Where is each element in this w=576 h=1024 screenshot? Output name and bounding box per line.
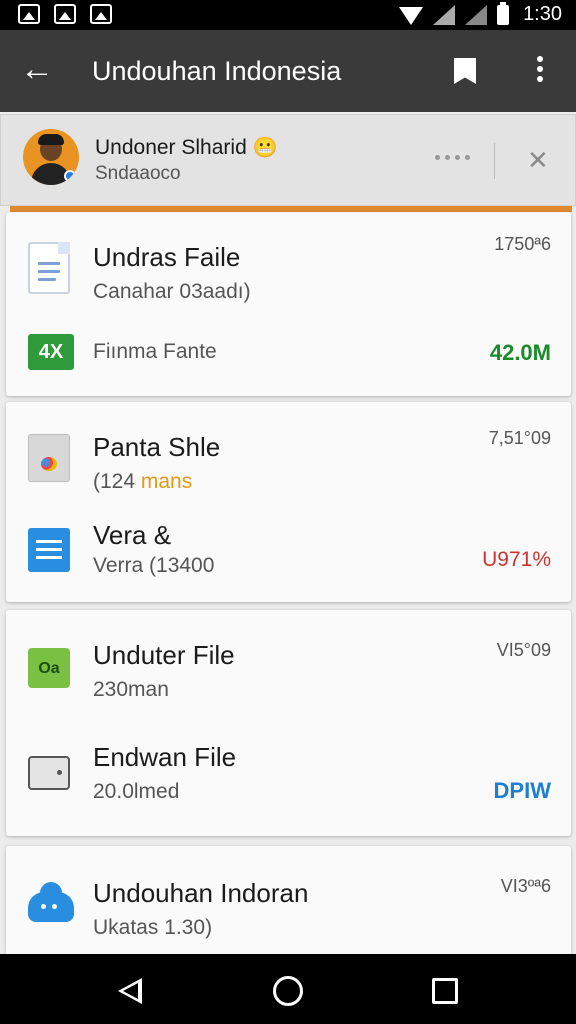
file-title: Endwan File	[93, 742, 237, 772]
file-title: Vera &	[93, 520, 172, 550]
file-title: Unduter File	[93, 640, 235, 670]
user-name: Undoner Slharid 😬	[95, 135, 278, 160]
excel-icon: 4X	[28, 334, 74, 370]
file-subtitle: Canahar 03aadı)	[93, 280, 251, 303]
file-card: Oa Unduter File 230man VI5°09 Endwan Fil…	[6, 610, 571, 836]
file-subtitle: Ukatas 1.30)	[93, 916, 213, 939]
file-subtitle: Fiınma Fante	[93, 340, 217, 363]
green-folder-icon: Oa	[28, 648, 70, 688]
list-item[interactable]: 4X Fiınma Fante 42.0M	[6, 322, 571, 396]
list-item[interactable]: Undras Faile Canahar 03aadı) 1750ª6	[6, 212, 571, 322]
file-subtitle: Verra (13400	[93, 554, 215, 577]
system-icons: 1:30	[399, 1, 562, 26]
wifi-icon	[399, 6, 424, 25]
avatar[interactable]	[23, 129, 79, 185]
signal-icon	[465, 4, 488, 25]
image-file-icon	[28, 434, 70, 482]
drive-icon	[28, 756, 70, 790]
battery-icon	[497, 1, 510, 25]
more-horizontal-icon[interactable]	[435, 155, 470, 160]
file-meta: VI3ºª6	[500, 876, 551, 896]
file-subtitle-highlight: mans	[140, 470, 193, 493]
emoji-icon: 😬	[252, 137, 278, 159]
status-bar: 1:30	[0, 0, 576, 30]
list-item[interactable]: Vera & Verra (13400 U971%	[6, 502, 571, 602]
divider	[494, 143, 495, 179]
page-title: Undouhan Indonesia	[92, 56, 342, 86]
file-meta: U971%	[482, 548, 551, 571]
navigation-bar	[0, 954, 576, 1024]
file-meta: 7,51°09	[488, 428, 551, 448]
photo-icon	[90, 4, 112, 24]
file-title: Panta Shle	[93, 432, 221, 462]
gallery-icon	[54, 4, 76, 24]
arrow-left-icon[interactable]: ←	[20, 52, 56, 88]
file-meta: 42.0M	[489, 340, 551, 365]
more-vertical-icon[interactable]	[532, 56, 548, 88]
bookmark-icon[interactable]	[454, 58, 476, 84]
online-status-icon	[64, 170, 76, 182]
file-subtitle: 230man	[93, 678, 169, 701]
file-meta: DPIW	[493, 778, 551, 803]
list-item[interactable]: Undouhan Indoran Ukatas 1.30) VI3ºª6	[6, 846, 571, 954]
document-icon	[28, 242, 70, 294]
list-item[interactable]: Panta Shle (124 mans 7,51°09	[6, 402, 571, 502]
file-title: Undras Faile	[93, 242, 241, 272]
nav-recents-icon[interactable]	[432, 978, 458, 1004]
file-subtitle: (124 mans	[93, 470, 192, 494]
user-subtitle: Sndaaoco	[95, 163, 181, 184]
image-icon	[18, 4, 40, 24]
file-subtitle: 20.0lmed	[93, 780, 180, 803]
close-icon[interactable]: ✕	[527, 147, 549, 173]
file-meta: 1750ª6	[494, 234, 551, 254]
nav-back-icon[interactable]	[118, 978, 142, 1004]
user-header[interactable]: Undoner Slharid 😬 Sndaaoco ✕	[0, 114, 576, 206]
app-bar: ← Undouhan Indonesia	[0, 30, 576, 112]
cloud-icon	[28, 882, 74, 922]
file-card: Undras Faile Canahar 03aadı) 1750ª6 4X F…	[6, 212, 571, 396]
notification-icons	[18, 4, 112, 24]
clock: 1:30	[523, 3, 562, 25]
list-item[interactable]: Oa Unduter File 230man VI5°09	[6, 610, 571, 722]
blue-document-icon	[28, 528, 70, 572]
file-title: Undouhan Indoran	[93, 878, 309, 908]
nav-home-icon[interactable]	[273, 976, 303, 1006]
file-card: Panta Shle (124 mans 7,51°09 Vera & Verr…	[6, 402, 571, 602]
file-subtitle-text: (124	[93, 470, 141, 493]
list-item[interactable]: Endwan File 20.0lmed DPIW	[6, 722, 571, 836]
file-meta: VI5°09	[496, 640, 551, 660]
signal-icon	[433, 4, 456, 25]
file-card: Undouhan Indoran Ukatas 1.30) VI3ºª6	[6, 846, 571, 954]
user-name-text: Undoner Slharid	[95, 136, 247, 159]
